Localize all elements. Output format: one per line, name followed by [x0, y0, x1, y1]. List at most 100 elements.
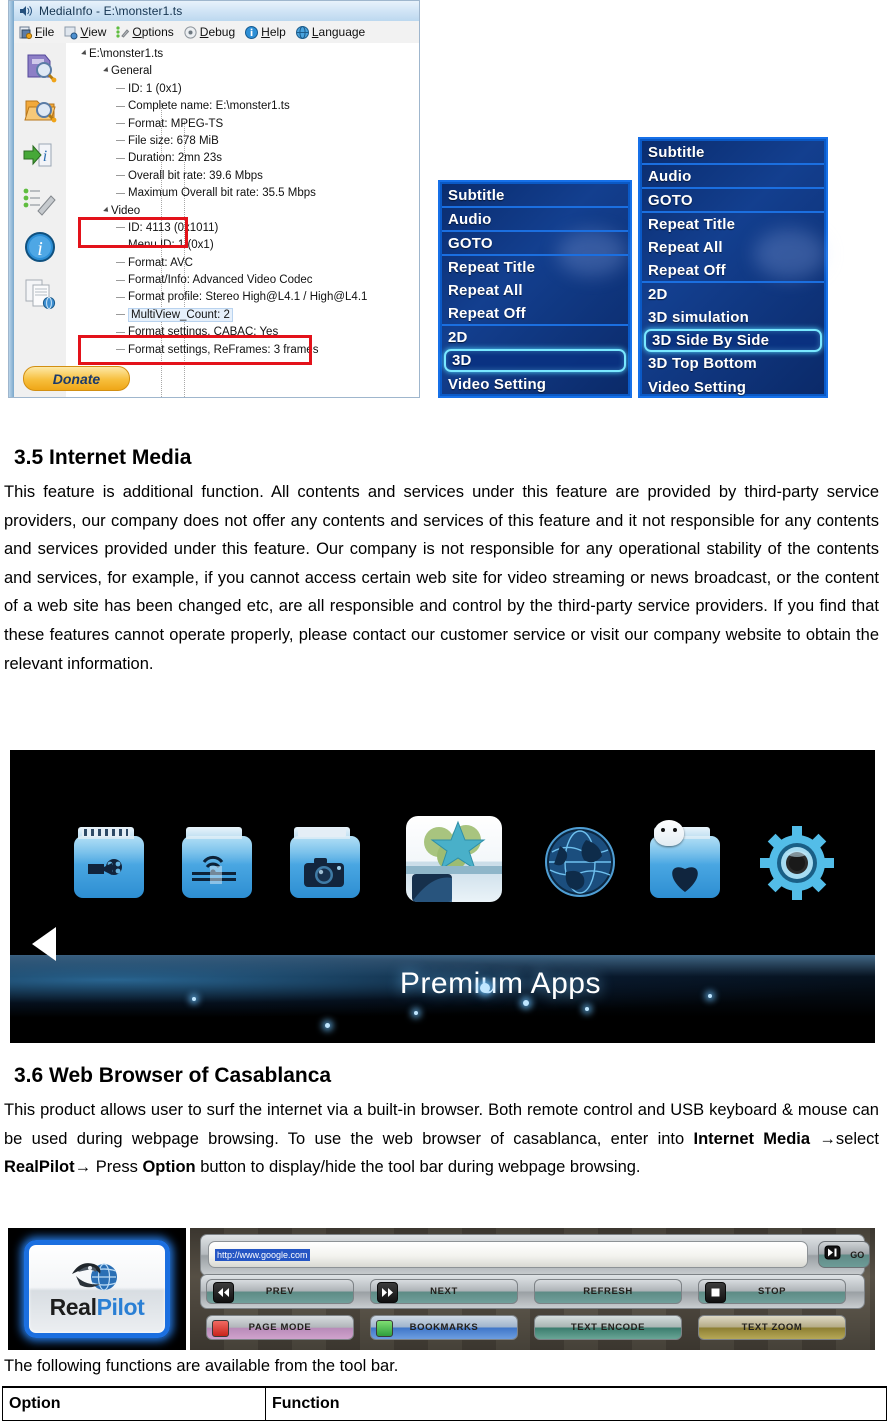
- menu-view[interactable]: View: [63, 25, 106, 40]
- tree-row[interactable]: Format: AVC: [72, 255, 419, 272]
- menu-debug[interactable]: Debug: [183, 25, 235, 40]
- osd2-item-video-setting[interactable]: Video Setting: [642, 375, 824, 399]
- open-file-icon[interactable]: [22, 49, 58, 85]
- menu-language-label: anguage: [318, 25, 366, 39]
- tree-branch-dash: [116, 157, 125, 159]
- tree-row[interactable]: Overall bit rate: 39.6 Mbps: [72, 168, 419, 185]
- realpilot-logo-plate: RealPilot: [24, 1240, 170, 1338]
- osd1-item-repeat-title[interactable]: Repeat Title: [442, 256, 628, 279]
- green-square-icon: [376, 1320, 393, 1337]
- tree-row[interactable]: Complete name: E:\monster1.ts: [72, 98, 419, 115]
- go-button[interactable]: GO: [818, 1241, 870, 1268]
- apps-tray-icon[interactable]: [406, 816, 502, 912]
- expand-triangle-icon[interactable]: [81, 49, 89, 57]
- osd1-item-3d-selected[interactable]: 3D: [444, 349, 626, 372]
- tree-row[interactable]: Maximum Overall bit rate: 35.5 Mbps: [72, 185, 419, 202]
- menu-debug-label: ebug: [208, 25, 236, 39]
- url-input[interactable]: http://www.google.com: [208, 1241, 808, 1268]
- play-pause-icon: [824, 1245, 841, 1265]
- tree-row[interactable]: Format profile: Stereo High@L4.1 / High@…: [72, 289, 419, 306]
- stop-button[interactable]: STOP: [698, 1279, 846, 1304]
- expand-triangle-icon[interactable]: [103, 206, 111, 214]
- go-label: GO: [850, 1249, 865, 1260]
- help-menu-icon: [244, 25, 259, 40]
- donate-button[interactable]: Donate: [23, 366, 130, 391]
- menu-file-label: ile: [42, 25, 55, 39]
- tree-branch-dash: [116, 88, 125, 90]
- osd1-item-audio[interactable]: Audio: [442, 208, 628, 232]
- tree-row[interactable]: E:\monster1.ts: [72, 46, 419, 63]
- osd1-item-goto[interactable]: GOTO: [442, 232, 628, 256]
- tree-row[interactable]: Format/Info: Advanced Video Codec: [72, 272, 419, 289]
- osd2-item-3d-top-bottom[interactable]: 3D Top Bottom: [642, 352, 824, 375]
- photo-folder-icon[interactable]: [290, 827, 364, 902]
- menu-help-mnemonic: H: [261, 25, 270, 39]
- bookmarks-button[interactable]: BOOKMARKS: [370, 1315, 518, 1340]
- osd2-item-3d-side-by-side-selected[interactable]: 3D Side By Side: [644, 329, 822, 352]
- tree-row[interactable]: Duration: 2mn 23s: [72, 150, 419, 167]
- tree-branch-dash: [116, 331, 125, 333]
- view-menu-icon: [63, 25, 78, 40]
- copy-report-icon[interactable]: [22, 275, 58, 311]
- tv-osd-menu-1: Subtitle Audio GOTO Repeat Title Repeat …: [438, 180, 632, 398]
- osd1-item-repeat-all[interactable]: Repeat All: [442, 279, 628, 302]
- preferences-icon[interactable]: [22, 183, 58, 219]
- left-arrow-icon[interactable]: [32, 927, 56, 961]
- premium-apps-title: Premium Apps: [399, 967, 601, 1000]
- sparkle-dot: [325, 1023, 330, 1028]
- page-mode-button[interactable]: PAGE MODE: [206, 1315, 354, 1340]
- next-button[interactable]: NEXT: [370, 1279, 518, 1304]
- music-folder-icon[interactable]: [182, 827, 256, 902]
- expand-triangle-icon[interactable]: [103, 67, 111, 75]
- osd2-item-subtitle[interactable]: Subtitle: [642, 141, 824, 165]
- osd1-item-subtitle[interactable]: Subtitle: [442, 184, 628, 208]
- movie-folder-icon[interactable]: [74, 827, 148, 902]
- settings-gear-icon[interactable]: [758, 824, 838, 904]
- tree-branch-dash: [116, 105, 125, 107]
- osd2-item-repeat-title[interactable]: Repeat Title: [642, 213, 824, 236]
- osd2-item-2d[interactable]: 2D: [642, 283, 824, 306]
- menu-help-label: elp: [269, 25, 286, 39]
- prev-button[interactable]: PREV: [206, 1279, 354, 1304]
- tree-row-label: Format/Info: Advanced Video Codec: [128, 274, 313, 287]
- tree-branch-dash: [116, 296, 125, 298]
- tree-row[interactable]: Format: MPEG-TS: [72, 116, 419, 133]
- text-encode-label: TEXT ENCODE: [570, 1322, 646, 1333]
- menu-help[interactable]: Help: [244, 25, 286, 40]
- osd1-item-2d[interactable]: 2D: [442, 326, 628, 349]
- menu-options[interactable]: Options: [115, 25, 174, 40]
- osd1-item-repeat-off[interactable]: Repeat Off: [442, 302, 628, 326]
- menu-file[interactable]: File: [18, 25, 54, 40]
- tree-row[interactable]: ID: 1 (0x1): [72, 81, 419, 98]
- mediainfo-window: MediaInfo - E:\monster1.ts File View Opt…: [8, 0, 420, 398]
- favorites-folder-icon[interactable]: [650, 820, 724, 902]
- menu-view-label: iew: [88, 25, 107, 39]
- text-zoom-button[interactable]: TEXT ZOOM: [698, 1315, 846, 1340]
- osd2-item-repeat-off[interactable]: Repeat Off: [642, 259, 824, 283]
- osd1-item-video-setting[interactable]: Video Setting: [442, 372, 628, 396]
- refresh-button[interactable]: REFRESH: [534, 1279, 682, 1304]
- globe-browser-icon[interactable]: [542, 824, 622, 904]
- tree-row[interactable]: File size: 678 MiB: [72, 133, 419, 150]
- text-encode-button[interactable]: TEXT ENCODE: [534, 1315, 682, 1340]
- tree-row-multiview[interactable]: MultiView_Count: 2: [72, 307, 419, 324]
- osd2-item-audio[interactable]: Audio: [642, 165, 824, 189]
- open-folder-icon[interactable]: [22, 91, 58, 127]
- tree-row-label-selected[interactable]: MultiView_Count: 2: [128, 307, 233, 322]
- section-36-heading: 3.6 Web Browser of Casablanca: [14, 1064, 332, 1087]
- s36-text-select: select: [835, 1129, 879, 1148]
- section-35-heading: 3.5 Internet Media: [14, 446, 192, 469]
- tree-row[interactable]: General: [72, 63, 419, 80]
- about-icon[interactable]: i: [22, 229, 58, 265]
- tree-row-label: Complete name: E:\monster1.ts: [128, 100, 290, 113]
- prev-label: PREV: [265, 1286, 295, 1297]
- osd2-item-3d-simulation[interactable]: 3D simulation: [642, 306, 824, 329]
- export-info-icon[interactable]: i: [22, 137, 58, 173]
- menu-language[interactable]: Language: [295, 25, 365, 40]
- section-35-body: This feature is additional function. All…: [4, 483, 879, 673]
- osd2-item-repeat-all[interactable]: Repeat All: [642, 236, 824, 259]
- next-label: NEXT: [430, 1286, 458, 1297]
- svg-text:i: i: [37, 238, 43, 260]
- osd2-item-goto[interactable]: GOTO: [642, 189, 824, 213]
- url-text[interactable]: http://www.google.com: [215, 1248, 310, 1261]
